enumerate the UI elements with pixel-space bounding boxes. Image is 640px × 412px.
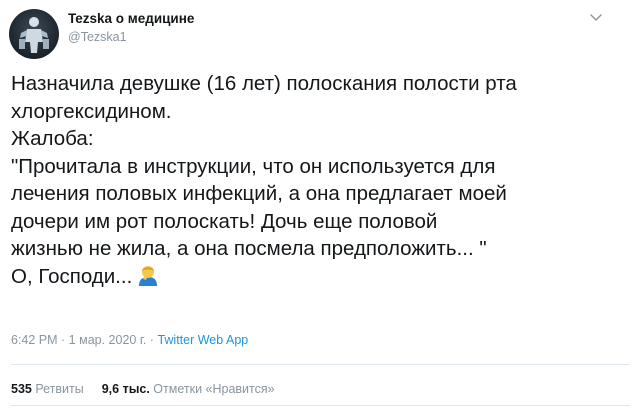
chevron-down-icon[interactable] bbox=[589, 12, 603, 24]
tweet-text-line-last: О, Господи... bbox=[11, 263, 631, 291]
avatar[interactable] bbox=[9, 9, 59, 59]
tweet-date[interactable]: 1 мар. 2020 г. bbox=[69, 333, 147, 347]
tweet-text-line: хлоргексидином. bbox=[11, 99, 172, 123]
author-info: Tezska о медицине @Tezska1 bbox=[68, 10, 194, 46]
retweets-stat[interactable]: 535 Ретвиты bbox=[11, 382, 84, 396]
tweet-text-line: Назначила девушке (16 лет) полоскания по… bbox=[11, 72, 517, 95]
tweet-stats: 535 Ретвиты 9,6 тыс. Отметки «Нравится» bbox=[11, 382, 275, 396]
tweet-text: Назначила девушке (16 лет) полоскания по… bbox=[11, 70, 631, 290]
author-display-name[interactable]: Tezska о медицине bbox=[68, 10, 194, 27]
divider bbox=[11, 405, 630, 406]
likes-stat[interactable]: 9,6 тыс. Отметки «Нравится» bbox=[102, 382, 275, 396]
tweet-time[interactable]: 6:42 PM bbox=[11, 333, 58, 347]
likes-label: Отметки «Нравится» bbox=[153, 382, 275, 396]
tweet-text-line: О, Господи... bbox=[11, 264, 133, 288]
retweets-count: 535 bbox=[11, 382, 32, 396]
tweet-text-line: "Прочитала в инструкции, что он использу… bbox=[11, 154, 496, 178]
author-handle[interactable]: @Tezska1 bbox=[68, 29, 194, 46]
tweet-source-link[interactable]: Twitter Web App bbox=[157, 333, 248, 347]
likes-count: 9,6 тыс. bbox=[101, 382, 150, 396]
tweet-text-line: лечения половых инфекций, а она предлага… bbox=[11, 182, 507, 205]
tweet-card: Tezska о медицине @Tezska1 Назначила дев… bbox=[0, 0, 640, 412]
tweet-text-line: Жалоба: bbox=[11, 127, 94, 150]
tweet-meta: 6:42 PM · 1 мар. 2020 г. · Twitter Web A… bbox=[11, 333, 248, 347]
person-facepalming-icon bbox=[139, 265, 158, 286]
meta-separator: · bbox=[57, 333, 69, 347]
tweet-text-line: жизнью не жила, а она посмела предположи… bbox=[11, 237, 487, 260]
tweet-text-line: дочери им рот полоскать! Дочь еще полово… bbox=[11, 209, 438, 233]
meta-separator: · bbox=[146, 333, 158, 347]
divider bbox=[11, 364, 630, 365]
avatar-image bbox=[19, 17, 49, 53]
retweets-label: Ретвиты bbox=[35, 382, 84, 396]
